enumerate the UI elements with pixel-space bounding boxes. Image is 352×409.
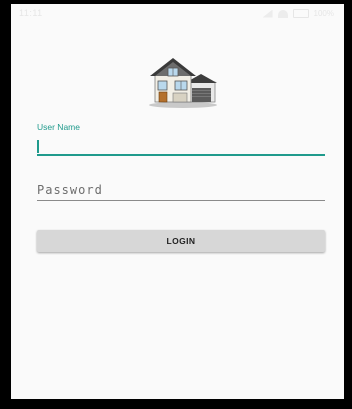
text-cursor	[37, 140, 39, 153]
battery-icon	[292, 9, 309, 18]
house-icon	[149, 58, 217, 108]
status-icons: 100%	[262, 9, 334, 18]
username-input[interactable]	[37, 140, 325, 156]
username-label: User Name	[37, 122, 80, 132]
login-button[interactable]: LOGIN	[37, 230, 325, 252]
wifi-icon	[277, 9, 288, 18]
battery-percent: 100%	[313, 9, 334, 18]
username-group: User Name	[37, 122, 325, 156]
status-time: 11:11	[19, 8, 43, 18]
password-input[interactable]: Password	[37, 182, 325, 201]
app-screen: 11:11 100% User Name Password LOGIN	[11, 4, 344, 399]
status-bar: 11:11 100%	[11, 4, 344, 24]
signal-icon	[262, 9, 273, 18]
